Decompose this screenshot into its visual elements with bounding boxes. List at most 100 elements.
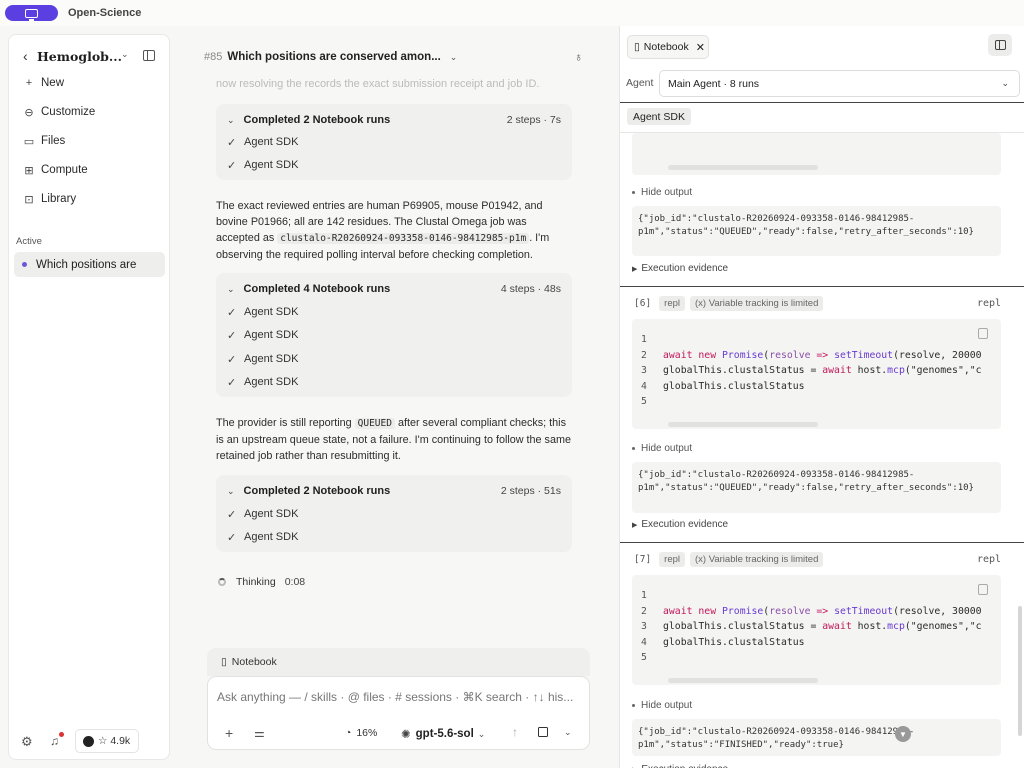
code-token: globalThis.clustalStatus = (663, 621, 823, 632)
execution-evidence-toggle[interactable]: ▶Execution evidence (632, 263, 728, 274)
agent-select-value: Main Agent · 8 runs (668, 77, 760, 90)
runs-group-label: Completed 2 Notebook runs (243, 485, 391, 497)
run-label: Agent SDK (244, 159, 299, 171)
run-row[interactable]: ✓ Agent SDK (227, 327, 298, 343)
chevron-down-icon: ⌄ (227, 114, 235, 125)
run-label: Agent SDK (244, 531, 299, 543)
plus-icon: + (25, 77, 33, 89)
model-selector[interactable]: ✺ gpt-5.6-sol ⌄ (401, 727, 485, 741)
sidebar-item-new[interactable]: + New (23, 73, 64, 93)
horizontal-scrollbar[interactable] (668, 165, 818, 170)
cell-index: [6] (634, 297, 652, 309)
sidebar-item-compute[interactable]: ⊞ Compute (23, 160, 87, 180)
sidebar-item-label: Library (41, 193, 77, 205)
hide-output-label: Hide output (641, 187, 693, 198)
back-chevron-icon[interactable]: ‹ (23, 48, 28, 64)
gear-icon[interactable]: ⚙ (21, 734, 33, 750)
line-number: 1 (641, 334, 647, 345)
code-line: globalThis.clustalStatus (663, 380, 805, 392)
check-icon: ✓ (227, 329, 237, 342)
chevron-down-icon[interactable]: ⌄ (121, 49, 129, 60)
bell-icon[interactable]: ♫ (50, 734, 59, 748)
sidebar-item-files[interactable]: ▭ Files (23, 131, 65, 151)
sidebar-item-library[interactable]: ⊡ Library (23, 189, 76, 209)
chevron-down-icon[interactable]: ⌄ (450, 52, 458, 63)
chat-messages[interactable]: now resolving the records the exact subm… (200, 70, 600, 645)
run-row[interactable]: ✓ Agent SDK (227, 157, 298, 173)
hide-output-label: Hide output (641, 700, 693, 711)
chevron-down-icon: ⌄ (477, 728, 486, 739)
code-token: new (692, 605, 722, 617)
cell-divider (620, 286, 1024, 287)
runs-group-header[interactable]: ⌄ Completed 4 Notebook runs 4 steps · 48… (227, 281, 561, 297)
code-token: host. (851, 365, 888, 376)
dot-icon (632, 704, 635, 707)
execution-evidence-toggle[interactable]: ▶Execution evidence (632, 764, 728, 768)
chat-header: #85 Which positions are conserved amon..… (204, 44, 584, 70)
library-icon: ⊡ (24, 193, 34, 206)
project-title[interactable]: Hemoglob... (37, 49, 122, 64)
sidebar-item-label: New (41, 77, 65, 89)
gauge-icon: ◔ (345, 727, 352, 739)
line-number: 4 (641, 380, 647, 392)
horizontal-scrollbar[interactable] (668, 678, 818, 683)
code-token: ("genomes","c (904, 621, 982, 632)
horizontal-scrollbar[interactable] (668, 422, 818, 427)
runs-group-header[interactable]: ⌄ Completed 2 Notebook runs 2 steps · 51… (227, 483, 561, 499)
tab-notebook[interactable]: ▯ Notebook ✕ (627, 35, 709, 59)
stethoscope-icon[interactable]: ♁ (574, 50, 583, 64)
agent-select[interactable]: Main Agent · 8 runs ⌄ (659, 70, 1020, 97)
execution-evidence-label: Execution evidence (641, 263, 729, 274)
composer-input[interactable] (217, 690, 582, 704)
chevron-down-icon[interactable]: ⌄ (564, 727, 572, 738)
cell-tag: repl (659, 295, 686, 311)
check-icon: ✓ (227, 376, 237, 389)
stop-button[interactable] (533, 722, 553, 742)
panel-toggle-button[interactable] (988, 34, 1012, 56)
github-stars-button[interactable]: ☆ 4.9k (75, 729, 139, 753)
message-text: The provider is still reporting (216, 417, 355, 429)
execution-evidence-toggle[interactable]: ▶Execution evidence (632, 519, 728, 530)
line-number: 2 (641, 605, 647, 617)
line-number: 1 (641, 590, 647, 601)
sidebar-item-active-session[interactable]: Which positions are (14, 252, 165, 277)
sliders-icon[interactable]: ⚌ (254, 726, 265, 740)
code-token: => (810, 605, 835, 617)
runs-group-header[interactable]: ⌄ Completed 2 Notebook runs 2 steps · 7s (227, 112, 561, 128)
notebook-cells[interactable]: Hide output {"job_id":"clustalo-R2026092… (620, 133, 1024, 768)
tab-label: Notebook (643, 41, 689, 53)
plus-icon[interactable]: + (225, 725, 233, 741)
model-icon: ✺ (401, 729, 411, 741)
book-icon: ▯ (221, 656, 227, 668)
arrow-up-icon[interactable]: ↑ (512, 725, 518, 739)
notebook-panel: ▯ Notebook ✕ Agent Main Agent · 8 runs ⌄… (619, 26, 1024, 768)
agent-sdk-chip[interactable]: Agent SDK (627, 108, 691, 125)
sidebar-item-customize[interactable]: ⊖ Customize (23, 102, 95, 122)
app-logo-icon[interactable] (5, 5, 58, 21)
thinking-label: Thinking (236, 576, 276, 588)
hide-output-toggle[interactable]: Hide output (632, 443, 692, 454)
notification-dot (59, 732, 64, 737)
run-row[interactable]: ✓ Agent SDK (227, 506, 298, 522)
vertical-scrollbar[interactable] (1018, 606, 1022, 736)
run-row[interactable]: ✓ Agent SDK (227, 351, 298, 367)
composer-context-chip[interactable]: ▯ Notebook (207, 648, 590, 676)
dot-icon (632, 191, 635, 194)
session-title[interactable]: Which positions are conserved amon... (227, 51, 440, 63)
sidebar-toggle-icon[interactable] (143, 50, 155, 61)
run-row[interactable]: ✓ Agent SDK (227, 134, 298, 150)
tracking-badge: (x) Variable tracking is limited (690, 295, 824, 311)
context-usage[interactable]: ◔ 16% (345, 727, 377, 739)
close-icon[interactable]: ✕ (696, 41, 705, 54)
runs-group-meta: 2 steps · 7s (506, 114, 561, 126)
code-block[interactable]: 1 2 await new Promise(resolve => setTimeo… (632, 575, 1001, 685)
code-block[interactable]: 1 2 await new Promise(resolve => setTimeo… (632, 319, 1001, 429)
run-row[interactable]: ✓ Agent SDK (227, 374, 298, 390)
status-code: QUEUED (354, 418, 395, 429)
run-row[interactable]: ✓ Agent SDK (227, 304, 298, 320)
panel-icon (994, 40, 1006, 50)
hide-output-toggle[interactable]: Hide output (632, 187, 692, 198)
hide-output-toggle[interactable]: Hide output (632, 700, 692, 711)
run-row[interactable]: ✓ Agent SDK (227, 529, 298, 545)
code-token: host. (851, 621, 888, 632)
